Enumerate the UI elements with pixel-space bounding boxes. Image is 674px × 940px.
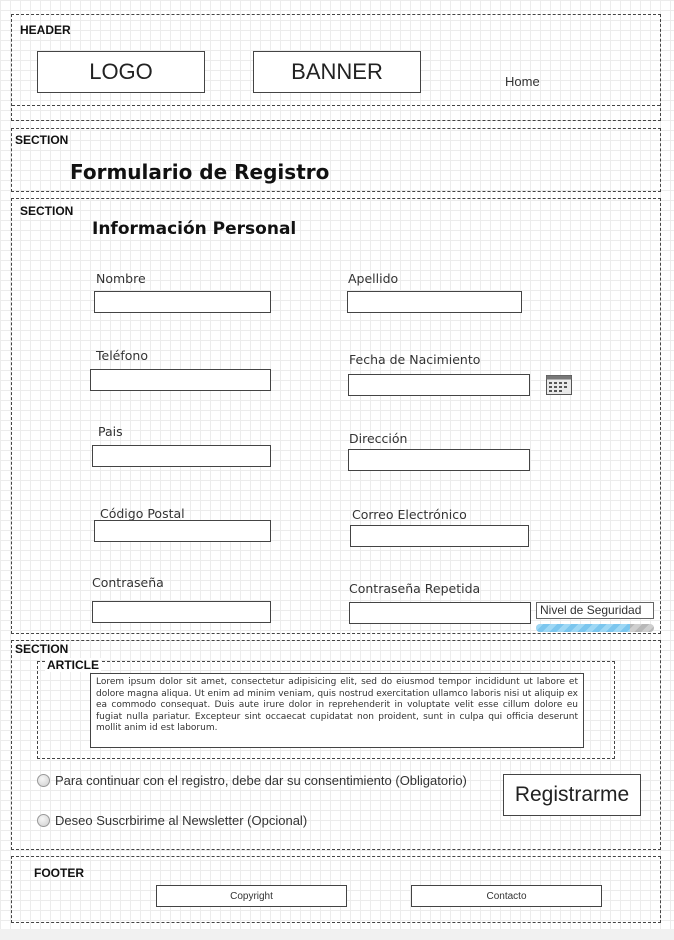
calendar-icon[interactable] (546, 375, 572, 395)
fecha-nacimiento-field[interactable] (348, 374, 530, 396)
newsletter-radio[interactable] (37, 814, 50, 827)
header-divider (12, 105, 660, 106)
correo-field[interactable] (350, 525, 529, 547)
security-progress-bar (536, 624, 654, 632)
section-tag: SECTION (20, 204, 74, 218)
contrasena-repetida-field[interactable] (349, 602, 531, 624)
pais-label: Pais (98, 424, 123, 439)
consent-radio[interactable] (37, 774, 50, 787)
footer: FOOTER Copyright Contacto (11, 856, 661, 923)
direccion-label: Dirección (349, 431, 408, 446)
title-section: SECTION Formulario de Registro (11, 128, 661, 192)
article-tag: ARTICLE (45, 658, 101, 672)
consent-label: Para continuar con el registro, debe dar… (55, 773, 467, 788)
section-heading: Información Personal (92, 219, 297, 239)
section-tag: SECTION (15, 642, 69, 656)
logo-label: LOGO (89, 59, 153, 84)
apellido-field[interactable] (347, 291, 522, 313)
fecha-nacimiento-label: Fecha de Nacimiento (349, 352, 481, 367)
register-button-label: Registrarme (514, 783, 630, 806)
banner[interactable]: BANNER (253, 51, 421, 93)
contrasena-field[interactable] (92, 601, 271, 623)
article: ARTICLE Lorem ipsum dolor sit amet, cons… (37, 658, 615, 759)
header: HEADER LOGO BANNER Home (11, 14, 661, 121)
copyright-label: Copyright (230, 890, 273, 902)
contacto-link[interactable]: Contacto (411, 885, 602, 907)
apellido-label: Apellido (348, 271, 399, 286)
contrasena-label: Contraseña (92, 575, 164, 590)
security-progress-fill (536, 624, 631, 632)
header-tag: HEADER (20, 23, 71, 37)
telefono-field[interactable] (90, 369, 271, 391)
direccion-field[interactable] (348, 449, 530, 471)
contacto-label: Contacto (486, 890, 527, 902)
page-title: Formulario de Registro (70, 160, 330, 184)
article-text: Lorem ipsum dolor sit amet, consectetur … (90, 673, 584, 748)
codigo-postal-field[interactable] (94, 520, 271, 542)
security-level-label: Nivel de Seguridad (536, 602, 654, 619)
pais-field[interactable] (92, 445, 271, 467)
page-bottom-strip (0, 929, 674, 940)
correo-label: Correo Electrónico (352, 507, 467, 522)
section-tag: SECTION (15, 133, 69, 147)
banner-label: BANNER (291, 59, 383, 84)
nombre-label: Nombre (96, 271, 146, 286)
contrasena-repetida-label: Contraseña Repetida (349, 581, 481, 596)
copyright-link[interactable]: Copyright (156, 885, 347, 907)
telefono-label: Teléfono (96, 348, 148, 363)
logo[interactable]: LOGO (37, 51, 205, 93)
register-button[interactable]: Registrarme (503, 774, 641, 816)
nav-home-link[interactable]: Home (505, 74, 540, 89)
personal-info-section: SECTION Información Personal Nombre Apel… (11, 198, 661, 634)
newsletter-label: Deseo Suscrbirime al Newsletter (Opciona… (55, 813, 308, 828)
consent-section: SECTION ARTICLE Lorem ipsum dolor sit am… (11, 640, 661, 850)
footer-tag: FOOTER (34, 866, 84, 880)
codigo-postal-label: Código Postal (100, 506, 185, 521)
nombre-field[interactable] (94, 291, 271, 313)
